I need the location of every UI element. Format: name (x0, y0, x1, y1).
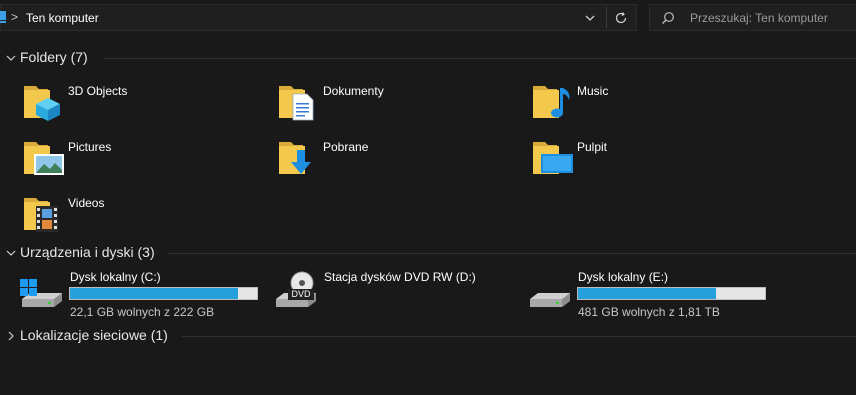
folder-3d-objects[interactable]: 3D Objects (22, 78, 252, 124)
refresh-icon[interactable] (613, 10, 629, 26)
drive-label: Dysk lokalny (E:) (578, 270, 669, 284)
search-box[interactable]: Przeszukaj: Ten komputer (649, 4, 856, 31)
folder-videos[interactable]: Videos (22, 190, 252, 236)
drive-usage-fill (70, 288, 239, 299)
group-divider (182, 336, 856, 337)
music-folder-icon (533, 86, 570, 118)
drive-free-space: 22,1 GB wolnych z 222 GB (70, 305, 215, 319)
drive-label: Dysk lokalny (C:) (70, 270, 161, 284)
drive-label: Stacja dysków DVD RW (D:) (324, 270, 476, 284)
address-bar[interactable]: > Ten komputer (0, 4, 637, 31)
breadcrumb-this-pc[interactable]: Ten komputer (26, 11, 99, 25)
drive-free-space: 481 GB wolnych z 1,81 TB (578, 305, 720, 319)
chevron-right-icon[interactable] (6, 331, 16, 341)
folder-label: Pobrane (323, 140, 369, 154)
videos-folder-icon (24, 198, 58, 232)
group-header-folders[interactable]: Foldery (7) (0, 48, 856, 68)
group-divider (104, 58, 856, 59)
folder-label: Pictures (68, 140, 112, 154)
documents-folder-icon (279, 86, 314, 121)
toolbar: > Ten komputer Przeszukaj: Ten komputer (0, 0, 856, 36)
folder-music[interactable]: Music (531, 78, 761, 124)
folder-label: Dokumenty (323, 84, 384, 98)
chevron-down-icon[interactable] (6, 53, 16, 63)
breadcrumb-separator[interactable]: > (11, 10, 18, 24)
group-title: Foldery (7) (20, 49, 88, 65)
folder-dokumenty[interactable]: Dokumenty (277, 78, 507, 124)
search-input[interactable]: Przeszukaj: Ten komputer (690, 11, 828, 25)
group-header-network[interactable]: Lokalizacje sieciowe (1) (0, 326, 856, 346)
group-divider (168, 253, 856, 254)
drive-d[interactable]: DVD Stacja dysków DVD RW (D:) (272, 269, 522, 319)
folder-label: Videos (68, 196, 105, 210)
drive-usage-bar (577, 287, 766, 300)
drive-usage-bar (69, 287, 258, 300)
divider (606, 7, 607, 28)
dvd-badge: DVD (291, 289, 311, 299)
chevron-down-icon[interactable] (582, 11, 598, 25)
computer-icon (0, 11, 6, 23)
chevron-down-icon[interactable] (6, 248, 16, 258)
drive-usage-fill (578, 288, 717, 299)
group-title: Urządzenia i dyski (3) (20, 244, 155, 260)
folder-label: Music (577, 84, 609, 98)
group-header-devices[interactable]: Urządzenia i dyski (3) (0, 243, 856, 263)
pictures-folder-icon (24, 142, 64, 175)
folder-label: Pulpit (577, 140, 608, 154)
drive-e[interactable]: Dysk lokalny (E:) 481 GB wolnych z 1,81 … (526, 269, 776, 319)
hard-drive-icon (530, 293, 570, 307)
drive-c[interactable]: Dysk lokalny (C:) 22,1 GB wolnych z 222 … (18, 269, 268, 319)
folder-pictures[interactable]: Pictures (22, 134, 252, 180)
3d-objects-folder-icon (24, 86, 60, 121)
folder-label: 3D Objects (68, 84, 128, 98)
folder-pobrane[interactable]: Pobrane (277, 134, 507, 180)
folder-pulpit[interactable]: Pulpit (531, 134, 761, 180)
search-icon (662, 12, 674, 24)
group-title: Lokalizacje sieciowe (1) (20, 327, 168, 343)
windows-drive-icon (20, 279, 62, 307)
downloads-folder-icon (279, 142, 311, 174)
desktop-folder-icon (533, 142, 573, 174)
